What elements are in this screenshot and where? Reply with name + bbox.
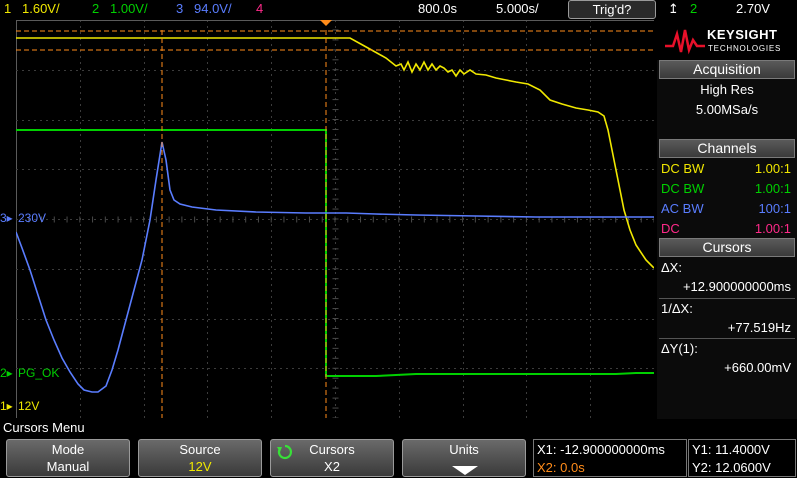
inv-delta-x-label: 1/ΔX: [661,301,693,316]
inv-delta-x-value: +77.519Hz [727,320,791,335]
ch1-number: 1 [4,1,12,16]
ch3-label: 230V [18,211,47,225]
channel-probe: 1.00:1 [754,181,791,196]
side-panel: KEYSIGHT TECHNOLOGIES Acquisition High R… [657,20,797,420]
channel-coupling: DC [661,221,680,236]
x1-readout: X1: -12.900000000ms [537,442,665,457]
ch1-ground-marker[interactable]: 1▸ [0,399,13,413]
delta-x-label: ΔX: [661,260,682,275]
units-softkey[interactable]: Units [402,439,526,477]
cursor-x-readout: X1: -12.900000000ms X2: 0.0s [533,439,687,477]
submenu-arrow-icon [452,466,478,475]
softkey-title: Mode [51,442,85,457]
trigger-source[interactable]: 2 [690,1,697,16]
channel-coupling: AC BW [661,201,704,216]
waveform-svg [16,20,654,418]
cursor-y-readout: Y1: 11.4000V Y2: 12.0600V [688,439,796,477]
ch2-scale[interactable]: 1.00V/ [110,1,148,16]
channels-header: Channels [659,139,795,158]
ch4-number[interactable]: 4 [256,1,263,16]
ch1-label: 12V [18,399,40,413]
channel-coupling: DC BW [661,181,705,196]
source-softkey[interactable]: Source 12V [138,439,262,477]
ch2-ground-marker[interactable]: 2▸ [0,366,13,380]
acquisition-header: Acquisition [659,60,795,79]
ch1-scale[interactable]: 1.60V/ [22,1,60,16]
channel-probe: 1.00:1 [754,221,791,236]
time-position[interactable]: 800.0s [418,1,457,16]
delta-y-value: +660.00mV [724,360,791,375]
ch3-scale[interactable]: 94.0V/ [194,1,232,16]
waveform-display[interactable] [16,20,654,418]
cursors-header: Cursors [659,238,795,257]
brand-name: KEYSIGHT [707,27,778,42]
brand-logo: KEYSIGHT TECHNOLOGIES [657,20,797,60]
ch2-number: 2 [92,1,100,16]
softkey-value: 12V [188,459,212,474]
y2-readout: Y2: 12.0600V [692,460,771,475]
keysight-wave-icon [665,29,705,55]
status-bar: 1 1.60V/ 2 1.00V/ 3 94.0V/ 4 800.0s 5.00… [0,0,797,20]
y1-readout: Y1: 11.4000V [692,442,770,457]
trigger-level[interactable]: 2.70V [736,1,770,16]
softkey-bar: Mode Manual Source 12V Cursors X2 Units … [0,437,797,478]
divider [659,298,795,299]
trigger-status: Trig'd? [568,0,656,19]
graticule [16,20,654,418]
trigger-edge-icon: ↥ [668,1,679,16]
channel-probe: 1.00:1 [754,161,791,176]
menu-title: Cursors Menu [0,419,797,437]
x2-readout: X2: 0.0s [537,460,585,475]
softkey-title: Source [179,442,221,457]
acquisition-rate: 5.00MSa/s [695,102,759,117]
ch3-ground-marker[interactable]: 3▸ [0,211,13,225]
cursors-softkey[interactable]: Cursors X2 [270,439,394,477]
ch2-label: PG_OK [18,366,60,380]
channel-probe: 100:1 [758,201,791,216]
delta-y-label: ΔY(1): [661,341,698,356]
softkey-value: Manual [46,459,90,474]
softkey-title: Cursors [309,442,355,457]
softkey-value: X2 [324,459,340,474]
divider [659,338,795,339]
mode-softkey[interactable]: Mode Manual [6,439,130,477]
time-scale[interactable]: 5.000s/ [496,1,539,16]
softkey-title: Units [449,442,479,457]
trigger-position-icon[interactable] [320,20,332,26]
ch3-number: 3 [176,1,184,16]
brand-sub: TECHNOLOGIES [708,44,782,53]
delta-x-value: +12.900000000ms [682,279,791,294]
channel-coupling: DC BW [661,161,705,176]
acquisition-mode: High Res [700,82,754,97]
